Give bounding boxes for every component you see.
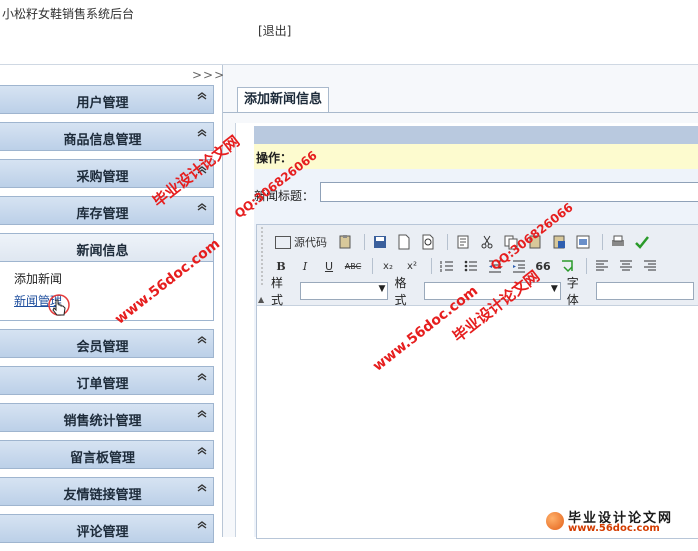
cut-icon[interactable]: [477, 233, 497, 251]
dropdown-arrow-icon: ▼: [550, 284, 558, 294]
superscript-button[interactable]: x²: [402, 257, 422, 275]
rich-text-editor: 源代码 B I U ABC x₂ x² 66 样式 ▼ 格式 ▼ 字体 ▲: [256, 224, 698, 539]
sidebar-item-label: 商品信息管理: [63, 133, 142, 148]
subscript-button[interactable]: x₂: [378, 257, 398, 275]
panel-header: [254, 126, 698, 144]
font-select[interactable]: 字体: [566, 274, 695, 308]
toolbar-separator: [431, 258, 432, 274]
sidebar-item-sales-stats[interactable]: 销售统计管理: [0, 403, 214, 432]
spellcheck-icon[interactable]: [632, 233, 652, 251]
format-label: 格式: [394, 276, 407, 307]
form-area: 新闻标题： 源代码 B I U ABC x₂ x² 66 样式 ▼ 格式 ▼ 字…: [254, 169, 698, 539]
sidebar-item-label: 订单管理: [76, 377, 129, 392]
sidebar-item-links[interactable]: 友情链接管理: [0, 477, 214, 506]
bullet-list-icon[interactable]: [461, 257, 481, 275]
chevron-up-icon: [197, 335, 207, 348]
sidebar-item-label: 销售统计管理: [63, 414, 142, 429]
toolbar-separator: [602, 234, 603, 250]
sidebar-item-products[interactable]: 商品信息管理: [0, 122, 214, 151]
operations-bar: 操作：: [254, 144, 698, 169]
dropdown-arrow-icon: ▼: [378, 284, 386, 294]
align-center-icon[interactable]: [616, 257, 636, 275]
paste-image-icon[interactable]: [573, 233, 593, 251]
logo-url: www.56doc.com: [568, 523, 660, 534]
tab-add-news[interactable]: 添加新闻信息: [237, 87, 330, 112]
underline-button[interactable]: U: [319, 257, 339, 275]
tab-divider: [223, 112, 698, 113]
sidebar-item-news[interactable]: 新闻信息: [0, 233, 214, 262]
toolbar-grip: [259, 225, 265, 305]
toolbar-separator: [447, 234, 448, 250]
sidebar-item-orders[interactable]: 订单管理: [0, 366, 214, 395]
logo-ball-icon: [546, 512, 564, 530]
style-dropdown[interactable]: ▼: [300, 282, 389, 300]
chevron-up-icon: [197, 202, 207, 215]
site-logo: 毕业设计论文网 www.56doc.com: [540, 506, 698, 537]
align-left-icon[interactable]: [592, 257, 612, 275]
style-select[interactable]: 样式 ▼: [271, 274, 389, 308]
font-dropdown[interactable]: [596, 282, 695, 300]
toolbar-collapse-icon[interactable]: ▲: [258, 295, 264, 304]
app-title: 小松籽女鞋销售系统后台: [2, 7, 135, 21]
sidebar-item-label: 评论管理: [76, 525, 129, 540]
chevron-up-icon: [197, 409, 207, 422]
style-label: 样式: [271, 276, 284, 307]
chevron-up-icon: [197, 446, 207, 459]
sidebar-item-label: 留言板管理: [69, 451, 135, 466]
sidebar-item-label: 库存管理: [76, 207, 129, 222]
top-bar: 小松籽女鞋销售系统后台 [退出]: [0, 0, 698, 65]
bold-button[interactable]: B: [271, 257, 291, 275]
new-page-icon[interactable]: [394, 233, 414, 251]
print-icon[interactable]: [608, 233, 628, 251]
sidebar-menu: 用户管理 商品信息管理 采购管理 库存管理 新闻信息 添加新闻 新闻管理 会员管…: [0, 85, 214, 551]
sidebar-item-users[interactable]: 用户管理: [0, 85, 214, 114]
align-right-icon[interactable]: [640, 257, 660, 275]
chevron-up-icon: [197, 483, 207, 496]
sidebar: >>> 用户管理 商品信息管理 采购管理 库存管理 新闻信息 添加新闻 新闻管理…: [0, 65, 225, 543]
toolbar-separator: [364, 234, 365, 250]
cursor-hand-icon: [48, 294, 70, 321]
preview-icon[interactable]: [418, 233, 438, 251]
toolbar-separator: [372, 258, 373, 274]
template-icon[interactable]: [453, 233, 473, 251]
chevron-up-icon: [197, 91, 207, 104]
save-icon[interactable]: [370, 233, 390, 251]
operations-label: 操作：: [256, 151, 293, 165]
source-button-label: 源代码: [294, 236, 327, 249]
sidebar-item-members[interactable]: 会员管理: [0, 329, 214, 358]
chevron-up-icon: [197, 372, 207, 385]
sidebar-item-label: 友情链接管理: [63, 488, 142, 503]
source-button[interactable]: 源代码: [271, 233, 331, 251]
sidebar-item-inventory[interactable]: 库存管理: [0, 196, 214, 225]
sidebar-item-comments[interactable]: 评论管理: [0, 514, 214, 543]
numbered-list-icon[interactable]: [437, 257, 457, 275]
paste-icon[interactable]: [335, 233, 355, 251]
collapse-sidebar-toggle[interactable]: >>>: [192, 68, 225, 82]
strikethrough-button[interactable]: ABC: [343, 257, 363, 275]
news-title-input[interactable]: [320, 182, 698, 202]
create-div-icon[interactable]: [557, 257, 577, 275]
sidebar-item-guestbook[interactable]: 留言板管理: [0, 440, 214, 469]
toolbar-row-1: 源代码: [271, 231, 656, 253]
italic-button[interactable]: I: [295, 257, 315, 275]
submenu-add-news[interactable]: 添加新闻: [14, 270, 62, 287]
chevron-up-icon: [197, 128, 207, 141]
sidebar-item-label: 会员管理: [76, 340, 129, 355]
font-label: 字体: [566, 276, 579, 307]
toolbar-row-3: 样式 ▼ 格式 ▼ 字体: [271, 276, 698, 307]
source-icon: [275, 235, 291, 249]
sidebar-item-label: 用户管理: [76, 96, 129, 111]
logout-link[interactable]: [退出]: [258, 22, 291, 39]
toolbar-separator: [586, 258, 587, 274]
paste-word-icon[interactable]: [549, 233, 569, 251]
sidebar-item-label: 新闻信息: [76, 244, 129, 259]
chevron-up-icon: [197, 520, 207, 533]
editor-content-area[interactable]: [257, 306, 698, 538]
